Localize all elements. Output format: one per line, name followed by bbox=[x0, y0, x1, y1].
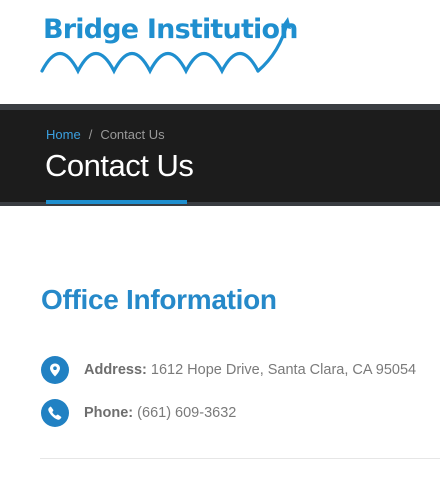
map-pin-icon bbox=[41, 356, 69, 384]
title-underline bbox=[46, 200, 187, 204]
phone-icon bbox=[41, 399, 69, 427]
phone-row: Phone: (661) 609-3632 bbox=[41, 399, 236, 427]
address-value: 1612 Hope Drive, Santa Clara, CA 95054 bbox=[150, 362, 417, 378]
address-label: Address: bbox=[84, 362, 147, 378]
breadcrumb: Home / Contact Us bbox=[46, 127, 165, 142]
breadcrumb-separator: / bbox=[88, 127, 93, 142]
phone-text: Phone: (661) 609-3632 bbox=[84, 405, 236, 421]
phone-label: Phone: bbox=[84, 405, 134, 421]
page-title-bar: Home / Contact Us Contact Us bbox=[0, 104, 440, 206]
breadcrumb-current: Contact Us bbox=[100, 127, 165, 142]
bridge-institution-logo[interactable]: Bridge Institution bbox=[40, 14, 298, 76]
bridge-arches-icon bbox=[40, 17, 291, 75]
office-information-heading: Office Information bbox=[41, 284, 277, 315]
site-header: Bridge Institution bbox=[0, 0, 440, 104]
page-title: Contact Us bbox=[45, 148, 194, 183]
section-divider bbox=[40, 458, 440, 459]
phone-value[interactable]: (661) 609-3632 bbox=[137, 405, 236, 421]
address-text: Address: 1612 Hope Drive, Santa Clara, C… bbox=[84, 362, 416, 378]
address-row: Address: 1612 Hope Drive, Santa Clara, C… bbox=[41, 356, 416, 384]
breadcrumb-home-link[interactable]: Home bbox=[46, 127, 81, 142]
